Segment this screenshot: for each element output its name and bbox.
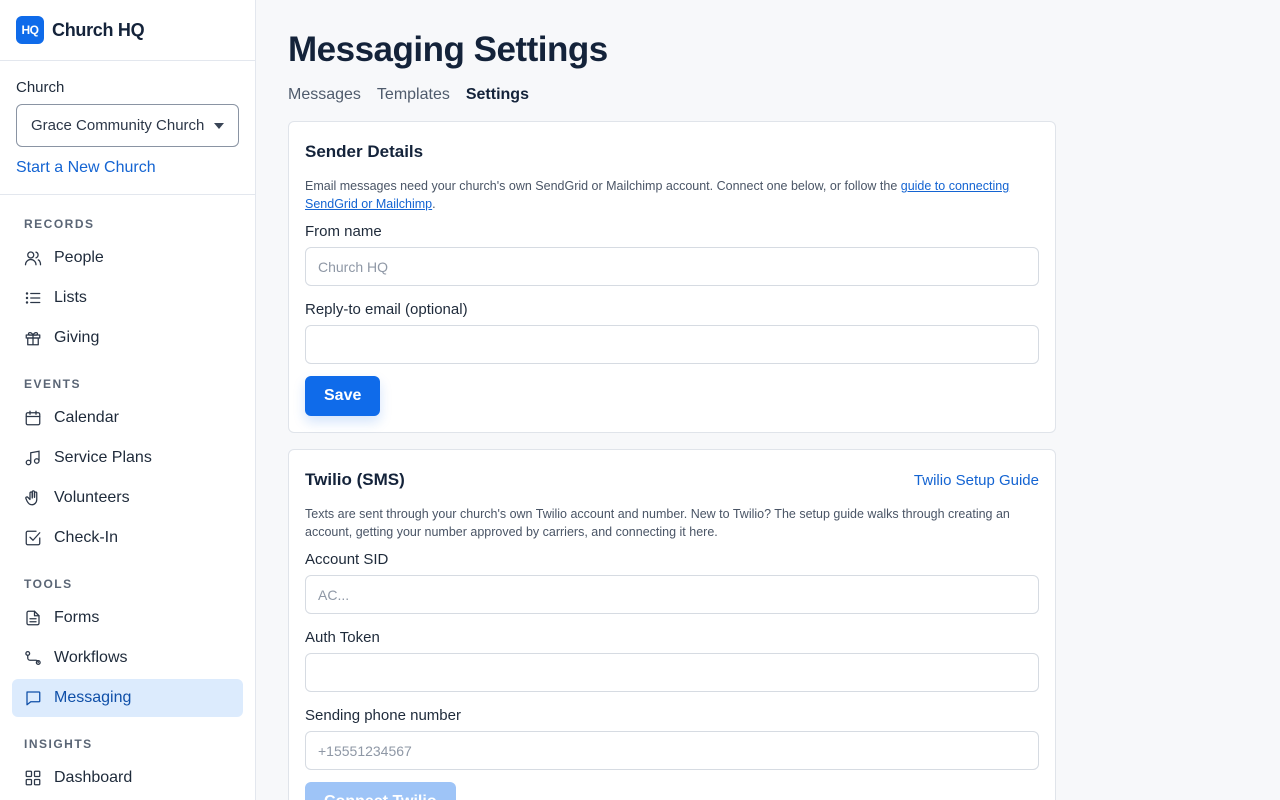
sidebar-item-label: People (54, 249, 104, 266)
sidebar-item-label: Volunteers (54, 489, 130, 506)
chat-bubble-icon (26, 691, 41, 706)
sidebar-nav: RECORDS People Lists Giving EVENTS Calen… (0, 195, 255, 797)
page-title: Messaging Settings (288, 30, 608, 69)
sidebar-item-dashboard[interactable]: Dashboard (12, 759, 243, 797)
sender-details-card: Sender Details Email messages need your … (288, 121, 1056, 433)
sidebar-item-messaging[interactable]: Messaging (12, 679, 243, 717)
calendar-icon (25, 410, 41, 426)
dashboard-grid-icon (25, 770, 41, 786)
sidebar-item-label: Messaging (54, 689, 132, 706)
brand[interactable]: HQ Church HQ (0, 0, 255, 61)
phone-number-label: Sending phone number (305, 707, 461, 724)
church-select-value: Grace Community Church (31, 117, 205, 134)
sidebar-item-label: Giving (54, 329, 100, 346)
reply-to-label: Reply-to email (optional) (305, 301, 468, 318)
main-content: Messaging Settings Messages Templates Se… (256, 0, 1280, 800)
sidebar-item-workflows[interactable]: Workflows (12, 639, 243, 677)
sidebar-item-check-in[interactable]: Check-In (12, 519, 243, 557)
sidebar-item-volunteers[interactable]: Volunteers (12, 479, 243, 517)
hand-icon (25, 490, 38, 506)
sidebar-item-calendar[interactable]: Calendar (12, 399, 243, 437)
church-picker: Church Grace Community Church Start a Ne… (0, 61, 255, 195)
twilio-card: Twilio (SMS) Twilio Setup Guide Texts ar… (288, 449, 1056, 800)
from-name-label: From name (305, 223, 382, 240)
card-title: Sender Details (305, 142, 424, 161)
nav-section-events: EVENTS (24, 377, 82, 391)
music-note-icon (25, 450, 40, 466)
nav-section-records: RECORDS (24, 217, 95, 231)
sidebar-item-service-plans[interactable]: Service Plans (12, 439, 243, 477)
start-new-church-link[interactable]: Start a New Church (16, 159, 239, 177)
auth-token-label: Auth Token (305, 629, 380, 646)
auth-token-input[interactable] (305, 653, 1039, 692)
nav-section-tools: TOOLS (24, 577, 73, 591)
tab-templates[interactable]: Templates (377, 86, 450, 104)
sidebar: HQ Church HQ Church Grace Community Chur… (0, 0, 256, 800)
nav-section-insights: INSIGHTS (24, 737, 93, 751)
sidebar-item-label: Forms (54, 609, 100, 626)
phone-number-input[interactable] (305, 731, 1039, 770)
church-label: Church (16, 79, 65, 96)
sidebar-item-forms[interactable]: Forms (12, 599, 243, 637)
app-shell: HQ Church HQ Church Grace Community Chur… (0, 0, 1280, 800)
document-icon (26, 610, 40, 626)
sidebar-item-people[interactable]: People (12, 239, 243, 277)
tab-messages[interactable]: Messages (288, 86, 361, 104)
tab-settings[interactable]: Settings (466, 86, 529, 104)
sidebar-item-giving[interactable]: Giving (12, 319, 243, 357)
sidebar-item-label: Lists (54, 289, 87, 306)
account-sid-input[interactable] (305, 575, 1039, 614)
brand-name: Church HQ (52, 19, 145, 40)
gift-icon (25, 331, 41, 346)
card-title: Twilio (SMS) (305, 470, 405, 489)
brand-logo: HQ (16, 16, 44, 44)
church-select[interactable]: Grace Community Church (16, 104, 239, 147)
sidebar-item-label: Workflows (54, 649, 128, 666)
sender-description: Email messages need your church's own Se… (305, 179, 1010, 211)
account-sid-label: Account SID (305, 551, 389, 568)
save-button[interactable]: Save (305, 376, 381, 416)
sidebar-item-label: Service Plans (54, 449, 152, 466)
people-icon (24, 251, 42, 266)
sidebar-item-label: Dashboard (54, 769, 133, 786)
list-icon (25, 292, 41, 304)
tab-bar: Messages Templates Settings (288, 86, 1248, 104)
reply-to-email-input[interactable] (305, 325, 1039, 364)
sidebar-item-label: Calendar (54, 409, 119, 426)
caret-down-icon (214, 123, 224, 129)
check-square-icon (25, 530, 41, 546)
sidebar-item-lists[interactable]: Lists (12, 279, 243, 317)
connect-twilio-button[interactable]: Connect Twilio (305, 782, 456, 800)
sidebar-item-label: Check-In (54, 529, 119, 546)
from-name-input[interactable] (305, 247, 1039, 286)
twilio-setup-guide-link[interactable]: Twilio Setup Guide (914, 472, 1039, 489)
twilio-description: Texts are sent through your church's own… (305, 507, 1010, 539)
workflow-icon (25, 650, 41, 666)
